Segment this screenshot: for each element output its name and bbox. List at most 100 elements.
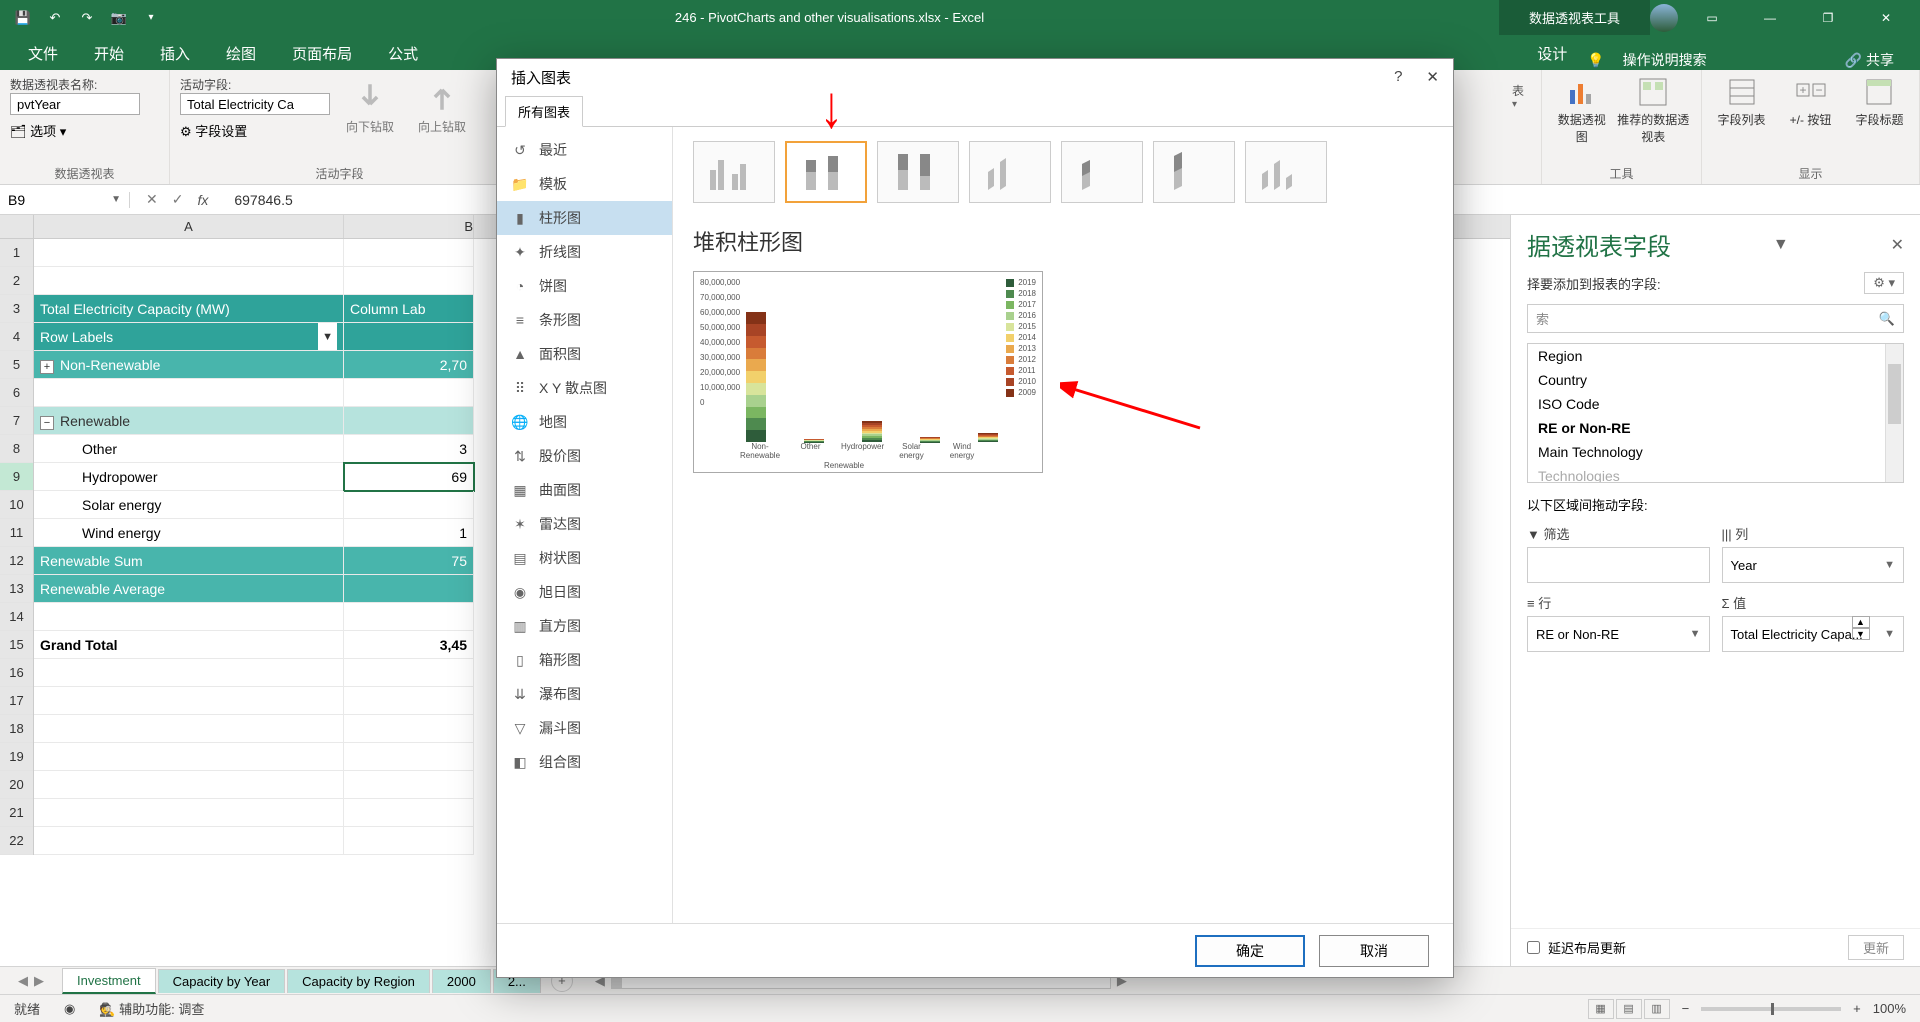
sheet-tab[interactable]: 2000 [432,969,491,993]
drill-down-button[interactable]: 向下钻取 [338,76,402,139]
tab-design[interactable]: 设计 [1521,37,1583,70]
field-item[interactable]: Technologies [1528,464,1903,483]
normal-view-icon[interactable]: ▦ [1588,999,1614,1019]
values-zone[interactable]: Total Electricity Capa...▼ [1722,616,1905,652]
pivot-hydropower[interactable]: Hydropower [34,463,344,491]
field-headers-button[interactable]: 字段标题 [1850,76,1909,128]
chart-type-waterfall[interactable]: ⇊瀑布图 [497,677,672,711]
field-item[interactable]: Country [1528,368,1903,392]
share-button[interactable]: 🔗 共享 [1845,50,1894,70]
chart-type-combo[interactable]: ◧组合图 [497,745,672,779]
chart-type-funnel[interactable]: ▽漏斗图 [497,711,672,745]
row-header[interactable]: 6 [0,379,33,407]
subtype-3d-stacked-column[interactable] [1061,141,1143,203]
name-box[interactable]: B9▼ [0,192,130,208]
field-item[interactable]: RE or Non-RE [1528,416,1903,440]
sheet-tab[interactable]: Capacity by Year [158,969,286,993]
help-icon[interactable]: ? [1394,68,1402,86]
spin-up-icon[interactable]: ▲ [1852,616,1870,628]
field-item[interactable]: ISO Code [1528,392,1903,416]
field-search-input[interactable]: 索🔍 [1527,304,1904,333]
row-header[interactable]: 1 [0,239,33,267]
gear-icon[interactable]: ⚙ ▾ [1864,272,1904,294]
subtype-3d-100-stacked-column[interactable] [1153,141,1235,203]
column-header[interactable]: A [34,215,344,238]
filters-zone[interactable] [1527,547,1710,583]
pivot-options-button[interactable]: 🗂 选项 ▾ [10,121,159,140]
row-header[interactable]: 10 [0,491,33,519]
subtype-stacked-column[interactable] [785,141,867,203]
subtype-100-stacked-column[interactable] [877,141,959,203]
row-header[interactable]: 3 [0,295,33,323]
chart-type-bar[interactable]: ≡条形图 [497,303,672,337]
chart-type-sunburst[interactable]: ◉旭日图 [497,575,672,609]
qat-dropdown-icon[interactable]: ▾ [142,9,160,27]
chart-type-surface[interactable]: ▦曲面图 [497,473,672,507]
cancel-button[interactable]: 取消 [1319,935,1429,967]
chart-type-map[interactable]: 🌐地图 [497,405,672,439]
row-header[interactable]: 21 [0,799,33,827]
zoom-level[interactable]: 100% [1873,1001,1906,1016]
sheet-tab[interactable]: Capacity by Region [287,969,430,993]
row-header[interactable]: 19 [0,743,33,771]
maximize-icon[interactable]: ❐ [1804,0,1852,35]
chart-type-recent[interactable]: ↺最近 [497,133,672,167]
chevron-down-icon[interactable]: ▼ [111,194,121,205]
recommend-pivot-button[interactable]: 推荐的数据透视表 [1616,76,1691,145]
tab-draw[interactable]: 绘图 [210,37,272,70]
field-item[interactable]: Main Technology [1528,440,1903,464]
enter-formula-icon[interactable]: ✓ [172,191,184,208]
row-header[interactable]: 4 [0,323,33,351]
subtype-3d-clustered-column[interactable] [969,141,1051,203]
columns-zone[interactable]: Year▼ [1722,547,1905,583]
expand-icon[interactable]: + [40,360,54,374]
chart-type-column[interactable]: ▮柱形图 [497,201,672,235]
subtype-clustered-column[interactable] [693,141,775,203]
zoom-in-icon[interactable]: + [1853,1001,1861,1016]
drill-up-button[interactable]: 向上钻取 [410,76,474,139]
page-break-view-icon[interactable]: ▥ [1644,999,1670,1019]
row-header[interactable]: 12 [0,547,33,575]
row-header[interactable]: 5 [0,351,33,379]
plus-minus-buttons[interactable]: +− +/- 按钮 [1775,76,1846,128]
fx-icon[interactable]: fx [197,192,208,208]
pivot-name-input[interactable] [10,93,140,115]
chart-type-stock[interactable]: ⇅股价图 [497,439,672,473]
close-icon[interactable]: ✕ [1862,0,1910,35]
page-layout-view-icon[interactable]: ▤ [1616,999,1642,1019]
tab-formulas[interactable]: 公式 [372,37,434,70]
chart-preview[interactable]: 80,000,00070,000,00060,000,00050,000,000… [693,271,1043,473]
row-header[interactable]: 18 [0,715,33,743]
chart-type-treemap[interactable]: ▤树状图 [497,541,672,575]
close-icon[interactable]: ✕ [1879,235,1904,255]
zoom-out-icon[interactable]: − [1682,1001,1690,1016]
field-list[interactable]: Region Country ISO Code RE or Non-RE Mai… [1527,343,1904,483]
chart-type-radar[interactable]: ✶雷达图 [497,507,672,541]
chart-type-boxw[interactable]: ▯箱形图 [497,643,672,677]
pivot-renewable[interactable]: −Renewable [34,407,344,435]
field-item[interactable]: Region [1528,344,1903,368]
tab-file[interactable]: 文件 [12,37,74,70]
chart-type-template[interactable]: 📁模板 [497,167,672,201]
field-settings-button[interactable]: ⚙ 字段设置 [180,121,330,140]
collapse-icon[interactable]: − [40,416,54,430]
row-header[interactable]: 2 [0,267,33,295]
prev-sheet-icon[interactable]: ◀ [18,973,28,989]
next-sheet-icon[interactable]: ▶ [34,973,44,989]
pivot-row-labels[interactable]: Row Labels ▼ [34,323,344,351]
tab-page-layout[interactable]: 页面布局 [276,37,368,70]
ribbon-display-icon[interactable]: ▭ [1688,0,1736,35]
row-header[interactable]: 9 [0,463,33,491]
defer-layout-checkbox[interactable] [1527,941,1540,954]
row-header[interactable]: 14 [0,603,33,631]
cancel-formula-icon[interactable]: ✕ [146,191,158,208]
chart-type-pie[interactable]: ◔饼图 [497,269,672,303]
row-header[interactable]: 22 [0,827,33,855]
zoom-slider[interactable] [1701,1007,1841,1011]
row-header[interactable]: 11 [0,519,33,547]
select-all-corner[interactable] [0,215,34,239]
tab-home[interactable]: 开始 [78,37,140,70]
chart-type-area[interactable]: ▲面积图 [497,337,672,371]
row-header[interactable]: 17 [0,687,33,715]
row-header[interactable]: 13 [0,575,33,603]
